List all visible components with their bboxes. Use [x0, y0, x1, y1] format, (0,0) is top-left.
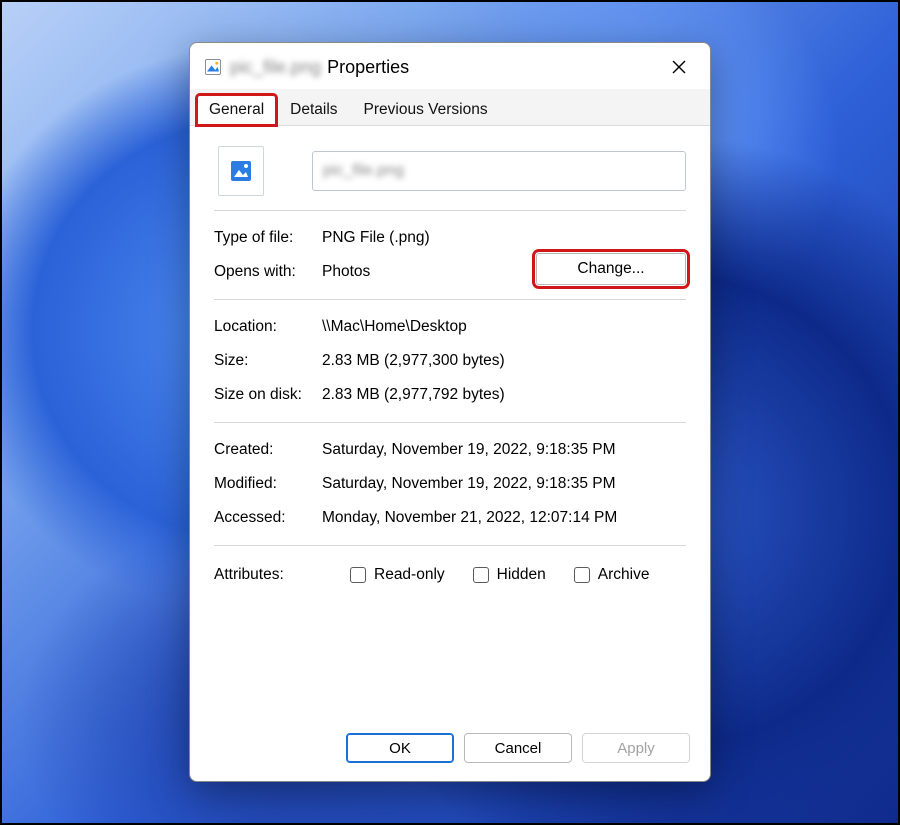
close-icon: [672, 60, 686, 74]
hidden-label: Hidden: [497, 566, 546, 584]
apply-button[interactable]: Apply: [582, 733, 690, 763]
readonly-label: Read-only: [374, 566, 445, 584]
created-value: Saturday, November 19, 2022, 9:18:35 PM: [322, 441, 686, 459]
created-label: Created:: [214, 441, 322, 459]
cancel-button[interactable]: Cancel: [464, 733, 572, 763]
type-of-file-label: Type of file:: [214, 229, 322, 247]
title-bar: pic_file.png Properties: [190, 43, 710, 89]
filename-input[interactable]: pic_file.png: [312, 151, 686, 191]
modified-label: Modified:: [214, 475, 322, 493]
attributes-label: Attributes:: [214, 566, 322, 584]
divider: [214, 299, 686, 300]
divider: [214, 545, 686, 546]
tab-strip: General Details Previous Versions: [190, 89, 710, 126]
type-of-file-value: PNG File (.png): [322, 229, 686, 247]
dialog-footer: OK Cancel Apply: [190, 721, 710, 781]
opens-with-label: Opens with:: [214, 263, 322, 281]
desktop-wallpaper: pic_file.png Properties General Details …: [0, 0, 900, 825]
modified-value: Saturday, November 19, 2022, 9:18:35 PM: [322, 475, 686, 493]
checkbox-icon: [350, 567, 366, 583]
file-type-icon: [218, 146, 264, 196]
divider: [214, 210, 686, 211]
hidden-checkbox[interactable]: Hidden: [473, 566, 546, 584]
location-value: \\Mac\Home\Desktop: [322, 318, 686, 336]
archive-label: Archive: [598, 566, 650, 584]
general-tab-content: pic_file.png Type of file: PNG File (.pn…: [190, 126, 710, 721]
ok-button[interactable]: OK: [346, 733, 454, 763]
close-button[interactable]: [662, 53, 696, 81]
tab-general[interactable]: General: [196, 94, 277, 126]
location-label: Location:: [214, 318, 322, 336]
checkbox-icon: [574, 567, 590, 583]
filename-value: pic_file.png: [323, 162, 404, 180]
image-file-icon: [204, 58, 222, 76]
properties-dialog: pic_file.png Properties General Details …: [189, 42, 711, 782]
tab-previous-versions[interactable]: Previous Versions: [351, 94, 501, 126]
archive-checkbox[interactable]: Archive: [574, 566, 650, 584]
size-on-disk-value: 2.83 MB (2,977,792 bytes): [322, 386, 686, 404]
size-on-disk-label: Size on disk:: [214, 386, 322, 404]
checkbox-icon: [473, 567, 489, 583]
size-label: Size:: [214, 352, 322, 370]
readonly-checkbox[interactable]: Read-only: [350, 566, 445, 584]
title-caption: Properties: [327, 57, 409, 78]
change-opens-with-button[interactable]: Change...: [536, 253, 686, 285]
accessed-label: Accessed:: [214, 509, 322, 527]
accessed-value: Monday, November 21, 2022, 12:07:14 PM: [322, 509, 686, 527]
size-value: 2.83 MB (2,977,300 bytes): [322, 352, 686, 370]
divider: [214, 422, 686, 423]
tab-details[interactable]: Details: [277, 94, 350, 126]
title-filename: pic_file.png: [230, 57, 321, 78]
